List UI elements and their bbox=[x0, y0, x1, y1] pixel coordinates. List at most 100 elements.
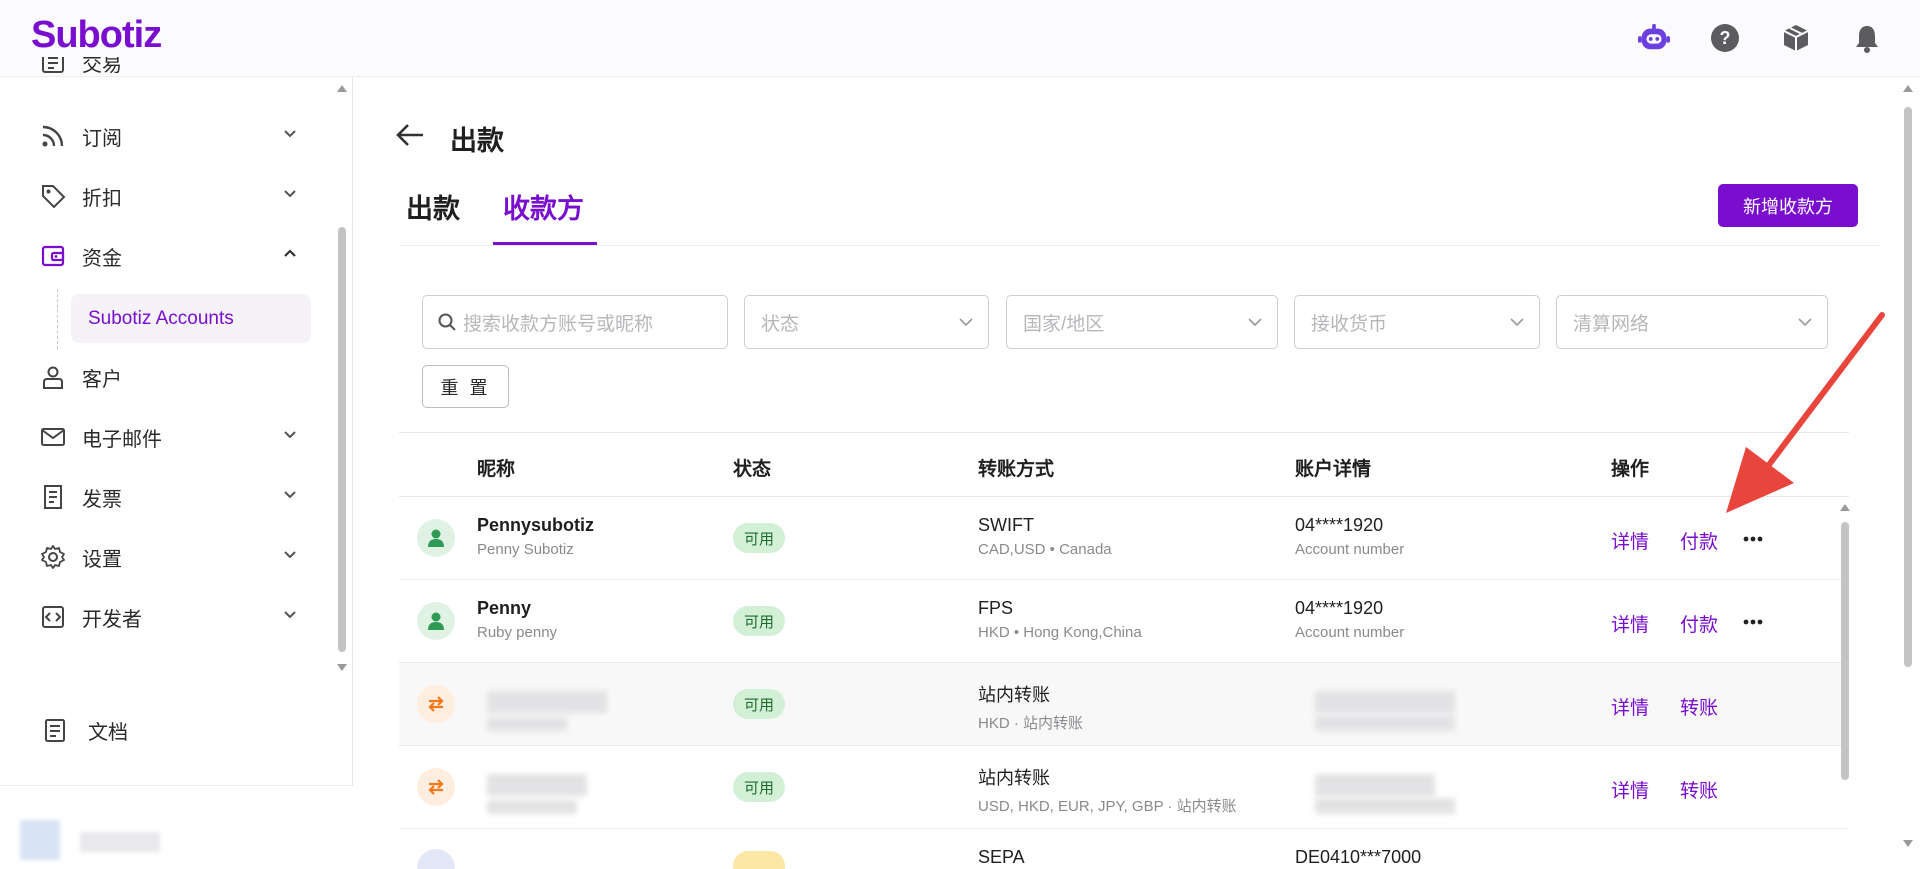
wallet-icon bbox=[38, 241, 68, 271]
payee-subname-redacted bbox=[487, 717, 567, 731]
status-badge: 可用 bbox=[733, 523, 785, 553]
table-row[interactable]: Penny Ruby penny 可用 FPS HKD • Hong Kong,Ch… bbox=[399, 580, 1849, 663]
column-header-method: 转账方式 bbox=[978, 459, 1055, 480]
transfer-link[interactable]: 转账 bbox=[1680, 776, 1718, 803]
sidebar-item-label: 交易 bbox=[82, 57, 122, 76]
sidebar-item-label: 电子邮件 bbox=[82, 428, 162, 451]
column-header-nickname: 昵称 bbox=[477, 459, 516, 480]
notification-bell-icon[interactable] bbox=[1851, 22, 1883, 54]
table-header: 昵称 状态 转账方式 账户详情 操作 bbox=[399, 432, 1849, 497]
pay-link[interactable]: 付款 bbox=[1680, 527, 1718, 554]
sidebar-item-label: 客户 bbox=[82, 368, 122, 391]
sidebar-item-label: 文档 bbox=[88, 721, 128, 744]
person-avatar-icon bbox=[417, 602, 455, 640]
payee-subname-redacted bbox=[487, 800, 577, 814]
user-icon bbox=[38, 362, 68, 392]
page-scrollbar[interactable] bbox=[1900, 77, 1916, 857]
sidebar-item-invoices[interactable]: 发票 bbox=[38, 477, 298, 517]
payee-name-redacted bbox=[487, 691, 607, 713]
account-number-redacted bbox=[1315, 774, 1435, 796]
chevron-down-icon bbox=[959, 318, 973, 327]
account-avatar bbox=[20, 820, 60, 860]
add-payee-button[interactable]: 新增收款方 bbox=[1718, 184, 1858, 227]
account-type: Account number bbox=[1295, 624, 1405, 641]
tree-guide-line bbox=[57, 289, 58, 349]
sidebar-item-settings[interactable]: 设置 bbox=[38, 537, 298, 577]
account-number-redacted bbox=[1315, 691, 1455, 713]
chevron-down-icon bbox=[282, 486, 298, 502]
sidebar-subitem-subotiz-accounts[interactable]: Subotiz Accounts bbox=[71, 294, 311, 343]
main-content: 出款 出款 收款方 新增收款方 搜索收款方账号或昵称 状态 国家/地区 接收货币… bbox=[354, 77, 1920, 869]
details-link[interactable]: 详情 bbox=[1611, 693, 1649, 720]
country-select[interactable]: 国家/地区 bbox=[1006, 295, 1278, 349]
status-badge: 可用 bbox=[733, 772, 785, 802]
tab-payees[interactable]: 收款方 bbox=[503, 187, 584, 226]
sidebar-item-transactions[interactable]: 交易 bbox=[38, 57, 298, 77]
sidebar-item-label: 订阅 bbox=[82, 127, 122, 150]
sidebar-item-label: 设置 bbox=[82, 548, 122, 571]
transfer-method: FPS bbox=[978, 598, 1014, 618]
sidebar-item-developers[interactable]: 开发者 bbox=[38, 597, 298, 637]
sidebar-item-label: 资金 bbox=[82, 247, 122, 270]
pay-link[interactable]: 付款 bbox=[1680, 610, 1718, 637]
table-scrollbar[interactable] bbox=[1838, 500, 1852, 857]
sidebar-item-label: 折扣 bbox=[82, 187, 122, 210]
details-link[interactable]: 详情 bbox=[1611, 776, 1649, 803]
transfer-swap-icon bbox=[417, 768, 455, 806]
tab-payouts[interactable]: 出款 bbox=[406, 187, 460, 226]
help-circle-icon[interactable]: ? bbox=[1709, 22, 1741, 54]
assistant-bot-icon[interactable] bbox=[1638, 22, 1670, 54]
sidebar-item-discounts[interactable]: 折扣 bbox=[38, 176, 298, 216]
table-row[interactable]: 可用 站内转账 HKD · 站内转账 详情 转账 bbox=[399, 663, 1849, 746]
status-badge: 可用 bbox=[733, 689, 785, 719]
currency-select[interactable]: 接收货币 bbox=[1294, 295, 1540, 349]
transfer-method: SEPA bbox=[978, 847, 1025, 867]
reset-button[interactable]: 重 置 bbox=[422, 365, 509, 408]
currency-select-placeholder: 接收货币 bbox=[1311, 313, 1388, 335]
status-select[interactable]: 状态 bbox=[744, 295, 989, 349]
package-box-icon[interactable] bbox=[1780, 22, 1812, 54]
transfer-method: 站内转账 bbox=[978, 685, 1050, 705]
account-type-redacted bbox=[1315, 715, 1455, 731]
payee-subname: Penny Subotiz bbox=[477, 541, 574, 558]
transfer-method-detail: USD, HKD, EUR, JPY, GBP · 站内转账 bbox=[978, 798, 1237, 815]
details-link[interactable]: 详情 bbox=[1611, 527, 1649, 554]
sidebar-item-funds[interactable]: 资金 bbox=[38, 236, 298, 276]
payee-subname: Ruby penny bbox=[477, 624, 558, 641]
annotation-arrow-icon bbox=[1720, 305, 1890, 520]
sidebar-item-docs[interactable]: 文档 bbox=[40, 710, 300, 750]
account-type: Account number bbox=[1295, 541, 1405, 558]
details-link[interactable]: 详情 bbox=[1611, 610, 1649, 637]
code-icon bbox=[38, 602, 68, 632]
chevron-down-icon bbox=[282, 546, 298, 562]
more-options-icon[interactable] bbox=[1741, 527, 1765, 551]
sidebar-item-customers[interactable]: 客户 bbox=[38, 357, 298, 397]
brand-logo[interactable]: Subotiz bbox=[31, 14, 162, 57]
sidebar-item-subscriptions[interactable]: 订阅 bbox=[38, 116, 298, 156]
sidebar-scrollbar[interactable] bbox=[335, 77, 349, 677]
sidebar: 交易 订阅 折扣 资金 Subotiz Accounts 客户 电子邮件 发票 … bbox=[0, 57, 353, 860]
chevron-down-icon bbox=[282, 185, 298, 201]
transfer-link[interactable]: 转账 bbox=[1680, 693, 1718, 720]
account-number: 04****1920 bbox=[1295, 598, 1384, 618]
table-row[interactable]: 可用 站内转账 USD, HKD, EUR, JPY, GBP · 站内转账 详情… bbox=[399, 746, 1849, 829]
page-title: 出款 bbox=[450, 126, 504, 156]
sidebar-account-footer[interactable] bbox=[0, 785, 353, 860]
sidebar-item-email[interactable]: 电子邮件 bbox=[38, 417, 298, 457]
transfer-method: 站内转账 bbox=[978, 768, 1050, 788]
gear-icon bbox=[38, 542, 68, 572]
search-placeholder: 搜索收款方账号或昵称 bbox=[463, 313, 654, 335]
chevron-down-icon bbox=[282, 606, 298, 622]
transactions-icon bbox=[38, 57, 68, 77]
more-options-icon[interactable] bbox=[1741, 610, 1765, 634]
account-number: DE0410***7000 bbox=[1295, 847, 1422, 867]
chevron-down-icon bbox=[1510, 318, 1524, 327]
payee-name: Penny bbox=[477, 598, 532, 618]
search-input[interactable]: 搜索收款方账号或昵称 bbox=[422, 295, 728, 349]
table-row[interactable]: SEPA DE0410***7000 bbox=[399, 829, 1849, 869]
country-select-placeholder: 国家/地区 bbox=[1023, 313, 1105, 335]
mail-icon bbox=[38, 422, 68, 452]
table-row[interactable]: Pennysubotiz Penny Subotiz 可用 SWIFT CAD,US… bbox=[399, 497, 1849, 580]
back-arrow-icon[interactable] bbox=[395, 122, 425, 148]
transfer-method: SWIFT bbox=[978, 515, 1034, 535]
